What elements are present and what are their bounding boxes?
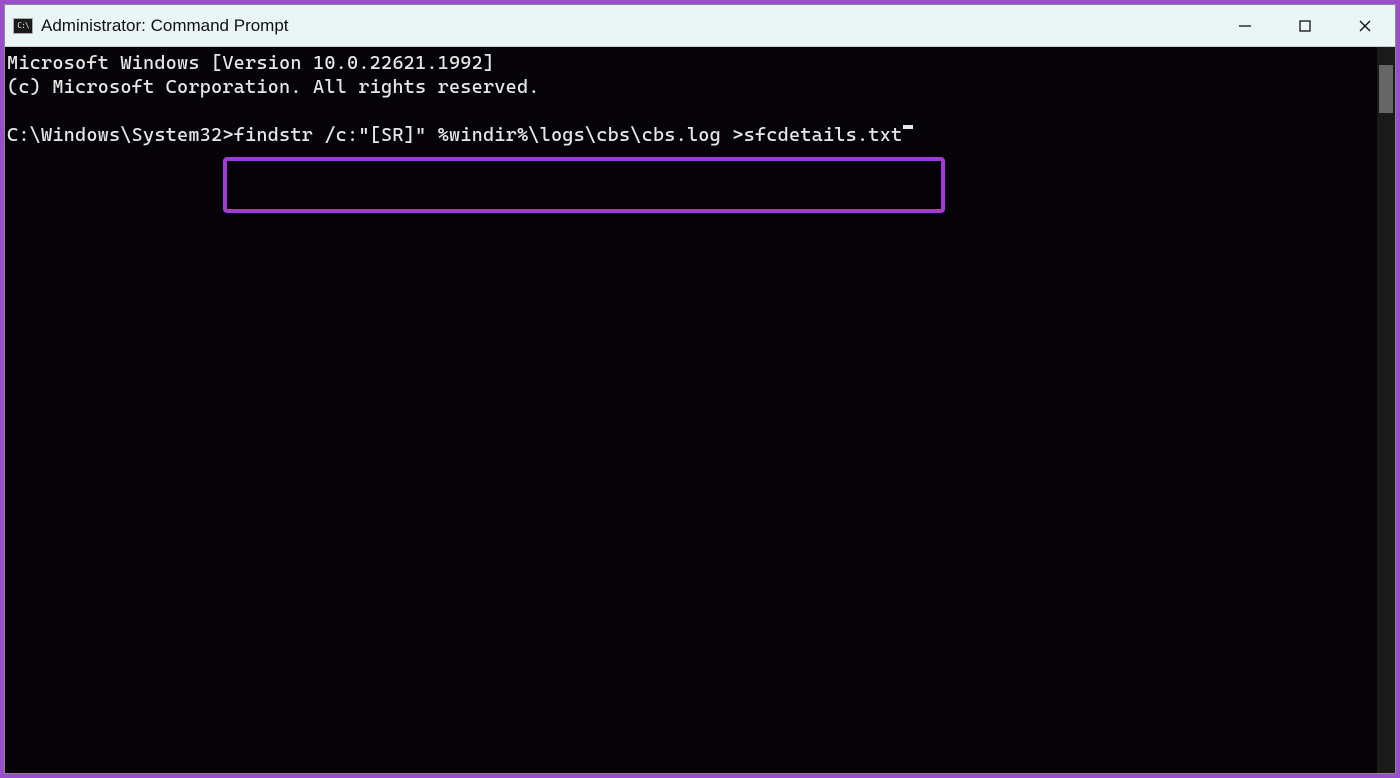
minimize-icon [1238,19,1252,33]
titlebar[interactable]: C:\ Administrator: Command Prompt [5,5,1395,47]
terminal-output[interactable]: Microsoft Windows [Version 10.0.22621.19… [5,47,1395,773]
cmd-icon-label: C:\ [17,21,28,30]
titlebar-left: C:\ Administrator: Command Prompt [5,16,289,36]
minimize-button[interactable] [1215,5,1275,46]
cmd-icon: C:\ [13,18,33,34]
text-cursor [903,125,913,129]
scrollbar-thumb[interactable] [1379,65,1393,113]
copyright-line: (c) Microsoft Corporation. All rights re… [7,75,1395,99]
maximize-icon [1298,19,1312,33]
window-controls [1215,5,1395,46]
close-button[interactable] [1335,5,1395,46]
vertical-scrollbar[interactable] [1377,47,1395,773]
version-line: Microsoft Windows [Version 10.0.22621.19… [7,51,1395,75]
command-text: findstr /c:"[SR]" %windir%\logs\cbs\cbs.… [234,123,903,147]
command-prompt-window: C:\ Administrator: Command Prompt Micros… [4,4,1396,774]
close-icon [1358,19,1372,33]
prompt-path: C:\Windows\System32> [7,123,234,147]
prompt-line: C:\Windows\System32>findstr /c:"[SR]" %w… [7,123,1395,147]
window-title: Administrator: Command Prompt [41,16,289,36]
maximize-button[interactable] [1275,5,1335,46]
annotation-highlight-box [223,157,945,213]
